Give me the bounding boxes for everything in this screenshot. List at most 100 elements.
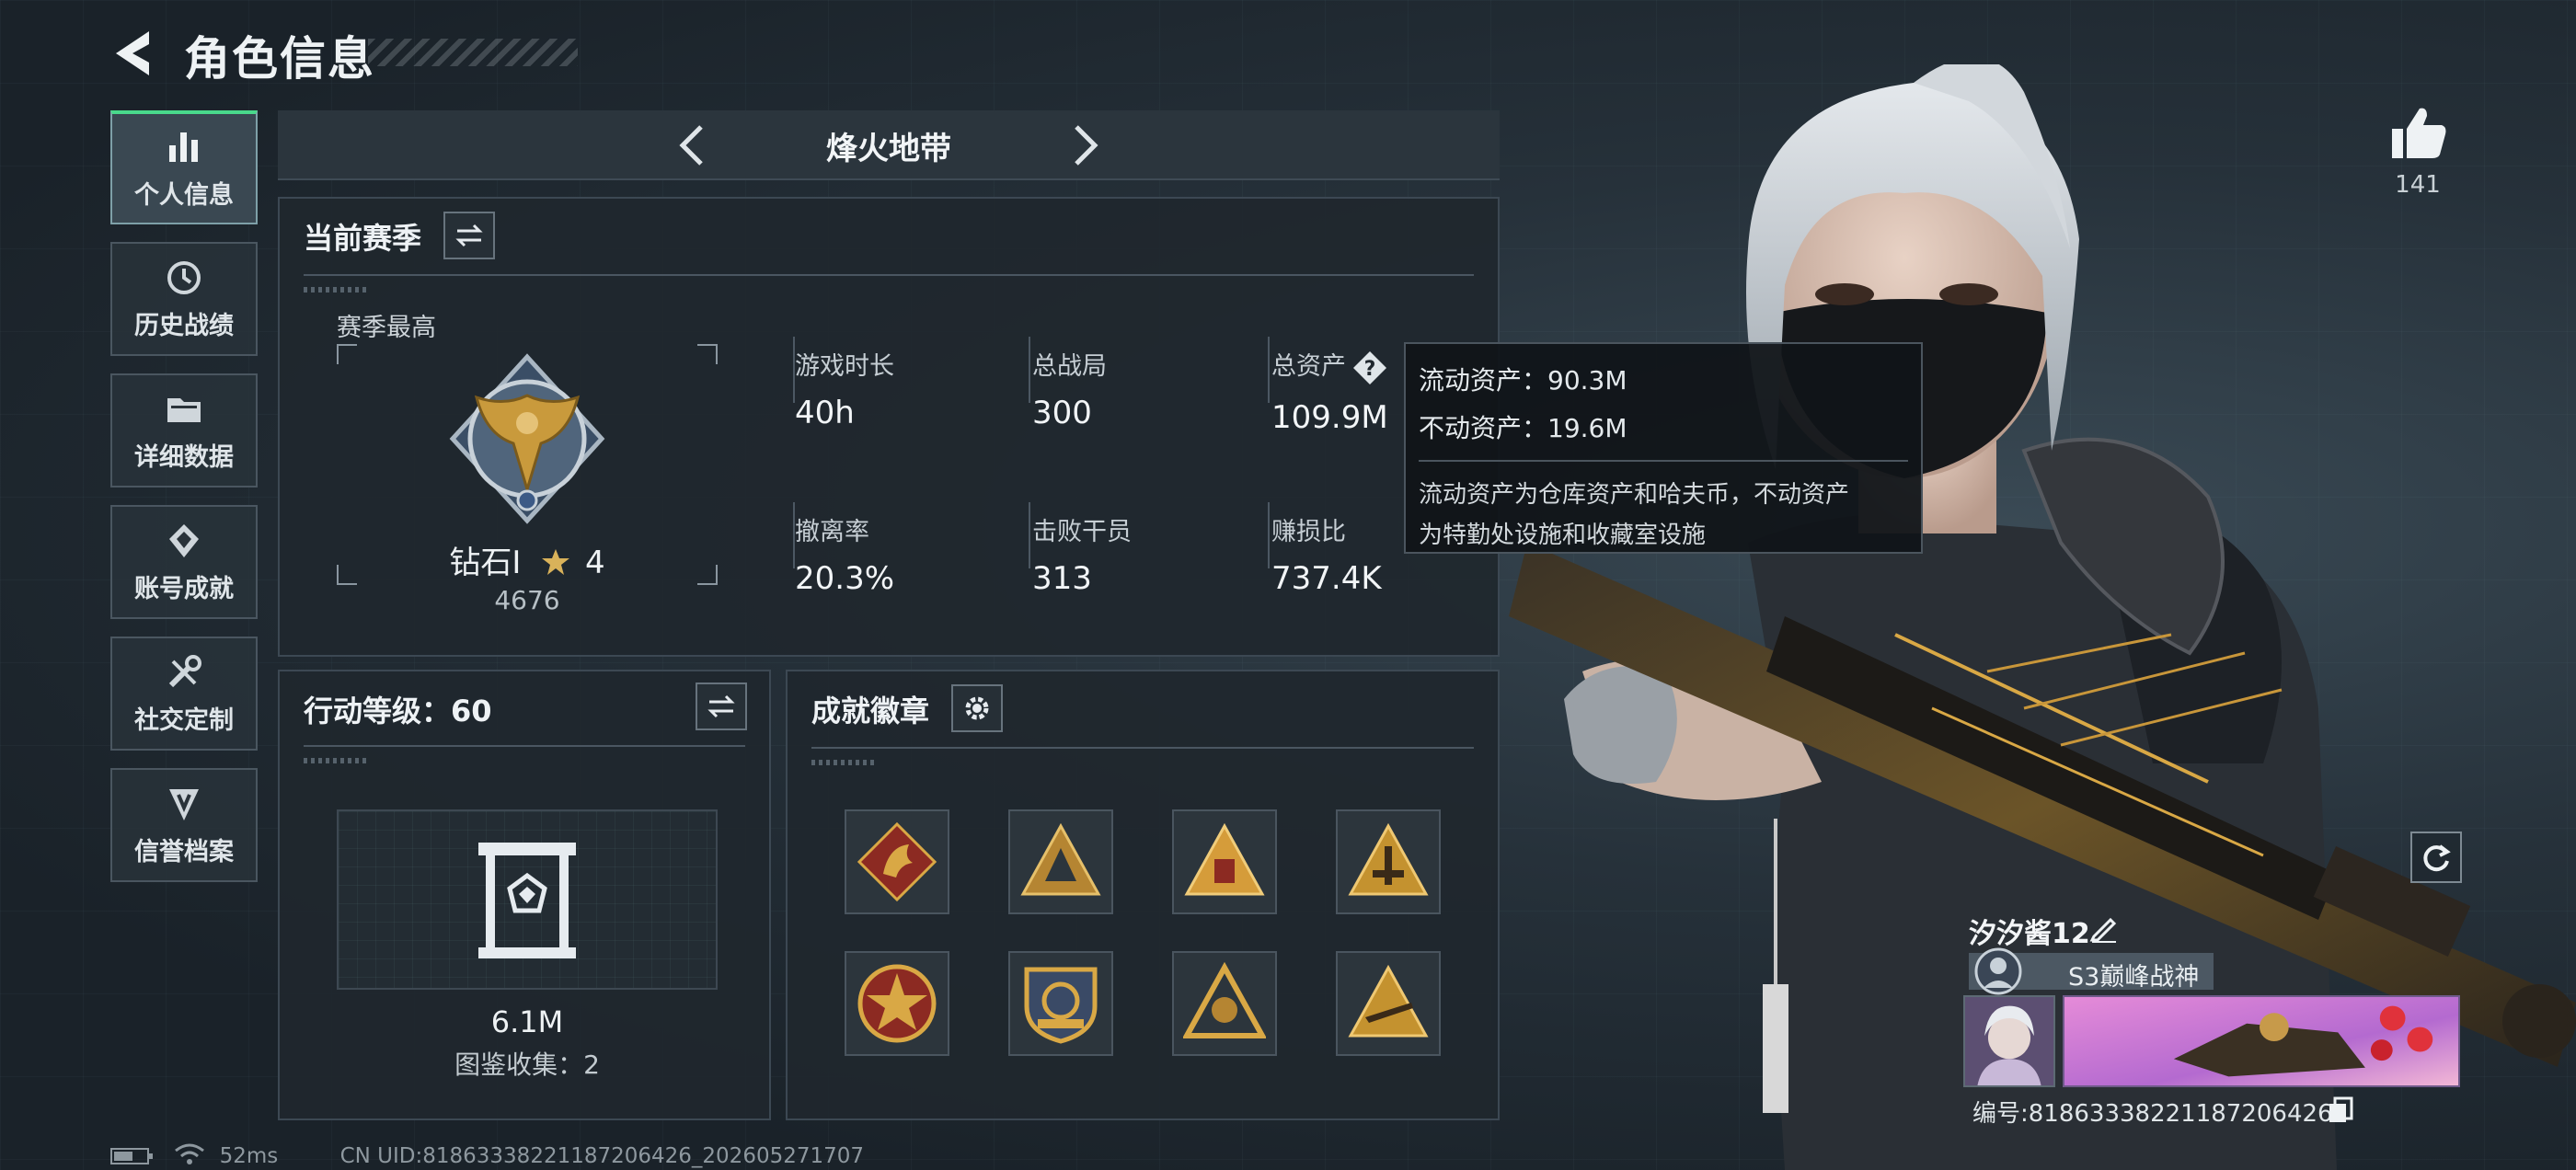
- badge-dragon[interactable]: [845, 809, 949, 914]
- footer-uid: CN UID:8186333822118720642​6_20260527170…: [339, 1144, 865, 1168]
- wifi-icon: [175, 1143, 205, 1164]
- like-count: 141: [2395, 171, 2441, 199]
- divider: [1029, 337, 1030, 403]
- rank-name: 钻石Ⅰ 4: [337, 537, 718, 582]
- assets-tooltip: 流动资产：90.3M 不动资产：19.6M 流动资产为仓库资产和哈夫币，不动资产…: [1404, 342, 1923, 554]
- refresh-button[interactable]: [2410, 832, 2462, 883]
- triangle-badge-icon: [1184, 822, 1265, 896]
- rank-stars: 4: [585, 545, 605, 581]
- season-panel: 当前赛季 赛季最高 钻石Ⅰ 4 4676 游戏时长 40h 总战局 300 总资…: [278, 197, 1500, 657]
- divider: [1419, 460, 1908, 462]
- title-decoration: [368, 39, 578, 66]
- sidebar-item-label: 详细数据: [134, 442, 234, 472]
- page-title: 角色信息: [184, 32, 375, 86]
- divider: [1029, 502, 1030, 568]
- stat-total-assets: 总资产? 109.9M: [1271, 346, 1388, 436]
- history-icon: [167, 260, 201, 294]
- back-arrow-icon[interactable]: [109, 26, 162, 81]
- codex-display[interactable]: [337, 809, 718, 990]
- chevron-right-icon[interactable]: [1056, 118, 1111, 173]
- badge-triangle-emblem[interactable]: [1008, 809, 1113, 914]
- star-badge-icon: [857, 964, 937, 1043]
- status-bar: 52ms CN UID:8186333822118720642​6_202605…: [110, 1142, 864, 1168]
- season-best-label: 赛季最高: [337, 314, 436, 342]
- stat-value: 20.3%: [795, 560, 895, 597]
- tooltip-liquid-assets: 流动资产：90.3M: [1419, 365, 1627, 396]
- stat-play-time: 游戏时长 40h: [795, 346, 894, 431]
- badge-triangle-gun[interactable]: [1336, 951, 1441, 1056]
- swap-level-button[interactable]: [696, 682, 747, 730]
- stat-label: 击败干员: [1032, 518, 1132, 546]
- codex-case-icon: [478, 843, 576, 958]
- badge-settings-button[interactable]: [951, 684, 1003, 732]
- decoration-marks: [811, 760, 876, 765]
- badges-panel: 成就徽章: [786, 670, 1500, 1120]
- season-title: 当前赛季: [304, 221, 422, 256]
- triangle-badge-icon: [1183, 962, 1266, 1038]
- profile-banner[interactable]: [2063, 995, 2460, 1087]
- level-panel: 行动等级：60 6.1M 图鉴收集：2: [278, 670, 771, 1120]
- thumbs-up-icon[interactable]: [2388, 103, 2449, 162]
- sidebar-item-history[interactable]: 历史战绩: [110, 242, 258, 356]
- decoration-marks: [304, 287, 368, 292]
- badge-star-round[interactable]: [845, 951, 949, 1056]
- sidebar: 个人信息 历史战绩 详细数据 账号成就 社交定制 信誉档案: [110, 110, 259, 900]
- wrench-icon: [168, 654, 201, 687]
- sidebar-item-label: 社交定制: [134, 705, 234, 735]
- stat-value: 300: [1032, 395, 1092, 431]
- rank-emblem-icon: [449, 353, 605, 524]
- divider: [304, 274, 1474, 276]
- sidebar-item-social[interactable]: 社交定制: [110, 637, 258, 751]
- mode-title: 烽火地带: [826, 131, 951, 167]
- divider: [1268, 502, 1270, 568]
- swap-season-button[interactable]: [443, 212, 495, 259]
- player-title: S3巅峰战神: [2068, 963, 2200, 992]
- sidebar-item-label: 信誉档案: [134, 837, 234, 866]
- divider: [811, 747, 1474, 749]
- stat-value: 40h: [795, 395, 855, 431]
- stat-label: 游戏时长: [795, 352, 894, 381]
- swap-icon: [455, 224, 483, 247]
- badges-title: 成就徽章: [811, 694, 930, 728]
- rank-score: 4676: [494, 585, 560, 615]
- badge-triangle-red[interactable]: [1172, 809, 1277, 914]
- triangle-badge-icon: [1020, 822, 1101, 896]
- sidebar-item-reputation[interactable]: 信誉档案: [110, 768, 258, 882]
- stat-operators-defeated: 击败干员 313: [1032, 511, 1132, 597]
- sidebar-item-detailed-data[interactable]: 详细数据: [110, 373, 258, 488]
- stat-value: 313: [1032, 560, 1092, 597]
- avatar[interactable]: [1963, 995, 2055, 1087]
- mode-selector: 烽火地带: [278, 110, 1500, 180]
- badge-triangle-gold[interactable]: [1172, 951, 1277, 1056]
- stat-value: 737.4K: [1271, 560, 1382, 597]
- stat-value: 109.9M: [1271, 398, 1388, 436]
- tooltip-description-2: 为特勤处设施和收藏室设施: [1419, 522, 1707, 549]
- gear-icon: [965, 696, 989, 720]
- codex-count: 图鉴收集：2: [454, 1050, 600, 1080]
- stat-label: 撤离率: [795, 518, 869, 546]
- stat-total-matches: 总战局 300: [1032, 346, 1107, 431]
- help-icon[interactable]: ?: [1351, 350, 1388, 386]
- edit-icon[interactable]: [2088, 912, 2120, 944]
- badge-triangle-tower[interactable]: [1336, 809, 1441, 914]
- shield-badge-icon: [1024, 967, 1098, 1044]
- stat-label: 总资产?: [1271, 346, 1388, 386]
- divider: [1268, 337, 1270, 403]
- star-icon: [542, 549, 570, 575]
- achievement-icon: [169, 523, 199, 557]
- sidebar-item-label: 账号成就: [134, 574, 234, 603]
- swap-icon: [707, 694, 735, 718]
- sidebar-item-achievements[interactable]: 账号成就: [110, 505, 258, 619]
- badge-shield-tank[interactable]: [1008, 951, 1113, 1056]
- sidebar-item-label: 个人信息: [134, 180, 234, 210]
- stat-profit-ratio: 赚损比 737.4K: [1271, 511, 1382, 597]
- title-emblem-icon: [1974, 947, 2022, 995]
- decoration-marks: [304, 758, 368, 763]
- copy-icon[interactable]: [2328, 1096, 2353, 1124]
- sidebar-item-label: 历史战绩: [134, 311, 234, 340]
- rank-tier: 钻石Ⅰ: [449, 545, 522, 581]
- sidebar-item-personal-info[interactable]: 个人信息: [110, 110, 258, 224]
- divider: [304, 745, 745, 747]
- dragon-badge-icon: [857, 821, 937, 902]
- battery-icon: [110, 1148, 153, 1164]
